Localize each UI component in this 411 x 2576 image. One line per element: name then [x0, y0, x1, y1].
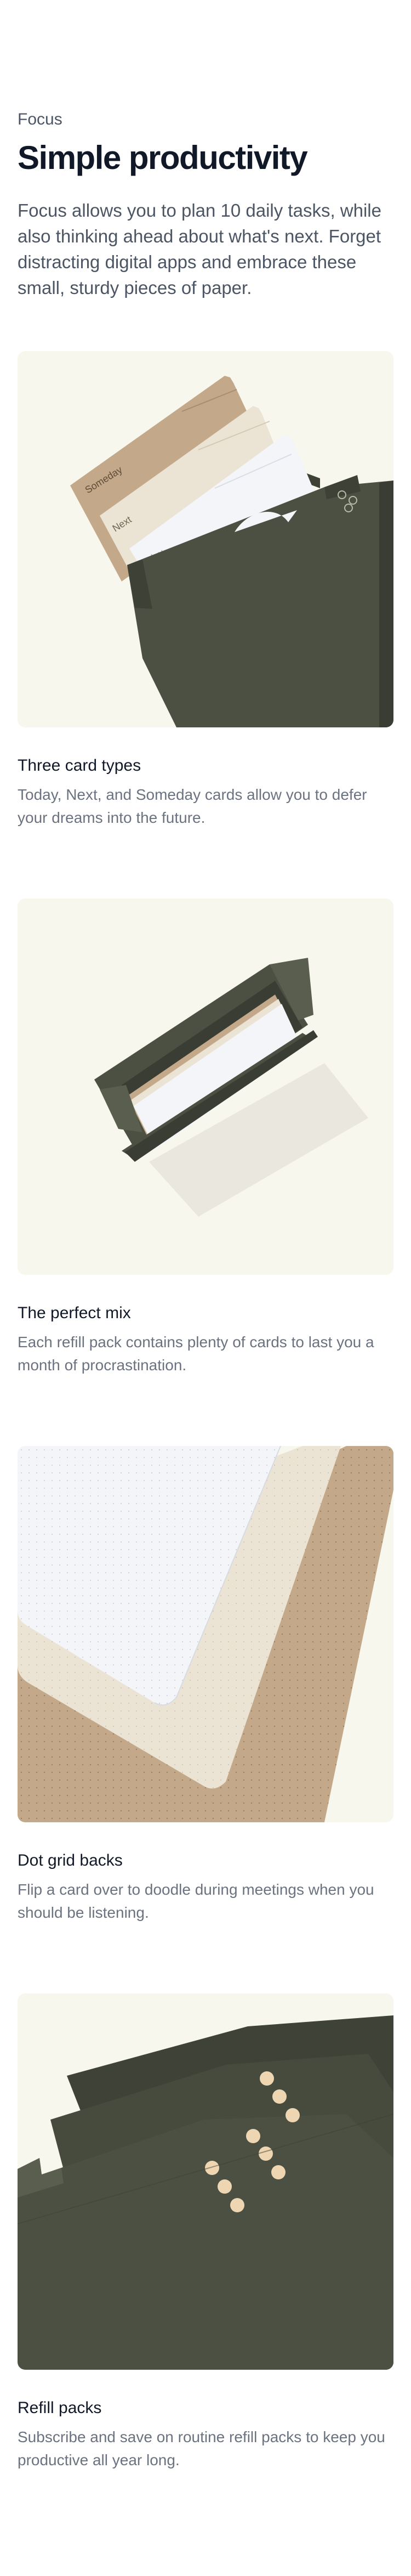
feature-description: Today, Next, and Someday cards allow you…: [18, 786, 367, 826]
feature-description: Flip a card over to doodle during meetin…: [18, 1881, 374, 1921]
feature-description: Each refill pack contains plenty of card…: [18, 1334, 374, 1374]
page-title: Simple productivity: [18, 139, 308, 176]
feature-the-perfect-mix: The perfect mix Each refill pack contain…: [18, 899, 393, 1377]
feature-image-refill-packs: [18, 1993, 393, 2370]
pack-hole: [246, 2129, 260, 2143]
open-box-illustration: [18, 899, 393, 1275]
feature-image-dot-grid-backs: [18, 1446, 393, 1822]
pack-hole: [259, 2146, 273, 2161]
pack-hole: [272, 2089, 287, 2104]
pack-hole: [218, 2179, 232, 2194]
dot-grid-cards-illustration: [18, 1446, 393, 1822]
feature-title: Refill packs: [18, 2399, 102, 2417]
feature-dot-grid-backs: Dot grid backs Flip a card over to doodl…: [18, 1446, 393, 1924]
card-box-illustration: Someday Next Today: [18, 351, 393, 727]
pack-hole: [260, 2071, 274, 2086]
pack-hole: [286, 2108, 300, 2122]
pack-hole: [205, 2161, 219, 2175]
feature-title: Dot grid backs: [18, 1851, 123, 1869]
feature-description: Subscribe and save on routine refill pac…: [18, 2428, 385, 2468]
feature-refill-packs: Refill packs Subscribe and save on routi…: [18, 1993, 393, 2472]
pack-hole: [271, 2165, 286, 2179]
page: Focus Simple productivity Focus allows y…: [0, 0, 411, 2576]
refill-packs-illustration: [18, 1993, 393, 2370]
page-intro: Focus allows you to plan 10 daily tasks,…: [18, 200, 381, 298]
product-eyebrow: Focus: [18, 110, 62, 128]
feature-title: Three card types: [18, 756, 141, 775]
feature-image-three-card-types: Someday Next Today: [18, 351, 393, 727]
feature-three-card-types: Someday Next Today Three: [18, 351, 393, 829]
feature-image-the-perfect-mix: [18, 899, 393, 1275]
pack-hole: [230, 2198, 244, 2212]
feature-title: The perfect mix: [18, 1304, 131, 1322]
